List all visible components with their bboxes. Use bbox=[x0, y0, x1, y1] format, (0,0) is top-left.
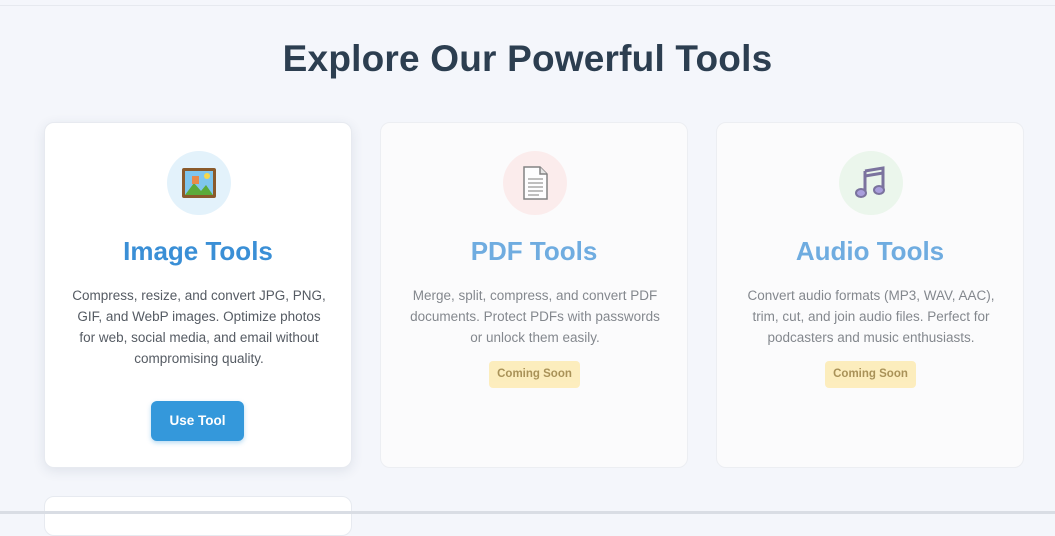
audio-tools-card: Audio Tools Convert audio formats (MP3, … bbox=[716, 122, 1024, 468]
section-title: Explore Our Powerful Tools bbox=[282, 38, 773, 79]
audio-tools-icon-circle bbox=[839, 151, 903, 215]
document-icon bbox=[523, 166, 548, 200]
use-tool-button[interactable]: Use Tool bbox=[151, 401, 244, 441]
card-title: Image Tools bbox=[123, 236, 273, 266]
image-tools-card[interactable]: Image Tools Compress, resize, and conver… bbox=[44, 122, 352, 468]
music-notes-icon bbox=[855, 166, 885, 198]
card-description: Convert audio formats (MP3, WAV, AAC), t… bbox=[747, 288, 995, 345]
card-description: Compress, resize, and convert JPG, PNG, … bbox=[72, 288, 326, 366]
image-tools-icon-circle bbox=[167, 151, 231, 215]
card-title: Audio Tools bbox=[795, 236, 945, 266]
pdf-tools-icon-circle bbox=[503, 151, 567, 215]
next-row-card bbox=[44, 496, 352, 536]
coming-soon-badge: Coming Soon bbox=[825, 361, 916, 388]
top-divider bbox=[0, 5, 1055, 6]
card-description: Merge, split, compress, and convert PDF … bbox=[410, 288, 660, 345]
pdf-tools-card: PDF Tools Merge, split, compress, and co… bbox=[380, 122, 688, 468]
framed-picture-icon bbox=[182, 168, 216, 198]
card-title: PDF Tools bbox=[470, 236, 598, 266]
coming-soon-badge: Coming Soon bbox=[489, 361, 580, 388]
